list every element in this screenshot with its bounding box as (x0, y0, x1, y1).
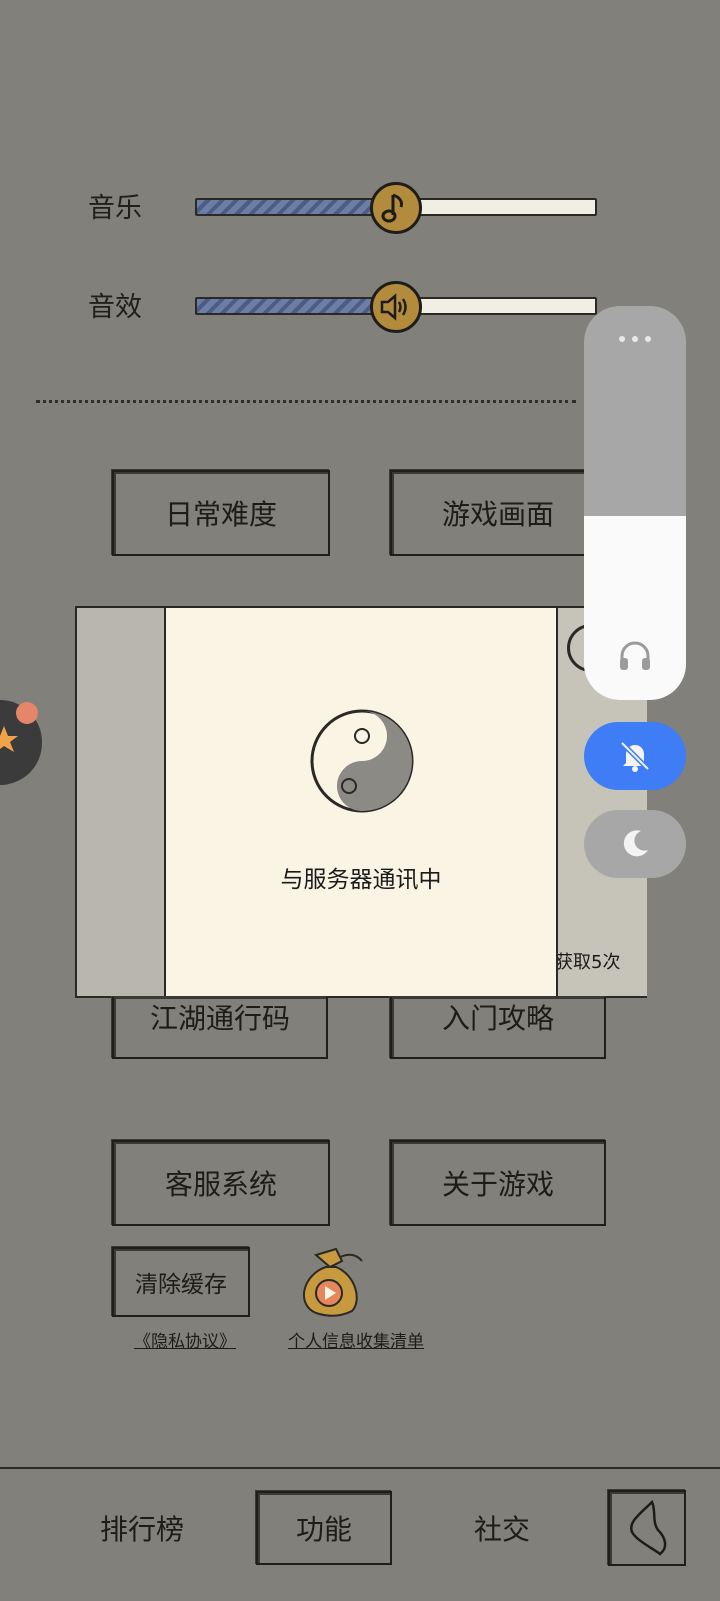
nav-social[interactable]: 社交 (474, 1508, 530, 1548)
back-chevron-icon (629, 1499, 667, 1556)
star-icon (0, 726, 18, 752)
loading-text: 与服务器通讯中 (280, 867, 442, 893)
music-note-icon (381, 193, 403, 223)
moon-icon (623, 830, 648, 857)
personal-info-link[interactable]: 个人信息收集清单 (288, 1327, 424, 1352)
beginner-guide-button[interactable]: 入门攻略 (390, 997, 606, 1059)
sfx-label: 音效 (88, 292, 142, 323)
do-not-disturb-toggle[interactable] (584, 810, 686, 878)
volume-panel[interactable] (584, 306, 686, 700)
speaker-icon (380, 293, 407, 321)
music-label: 音乐 (88, 193, 142, 224)
nav-leaderboard[interactable]: 排行榜 (100, 1508, 184, 1548)
customer-service-button[interactable]: 客服系统 (112, 1140, 330, 1226)
bell-off-icon (620, 741, 650, 772)
sfx-slider-fill (197, 299, 375, 313)
about-game-button[interactable]: 关于游戏 (390, 1140, 606, 1226)
section-divider (36, 400, 576, 403)
pouch-icon (303, 1247, 363, 1317)
headphones-icon (620, 641, 650, 670)
yin-yang-icon (310, 709, 414, 813)
loading-dialog: 与服务器通讯中 (164, 606, 558, 998)
nav-features[interactable]: 功能 (256, 1491, 392, 1565)
clear-cache-button[interactable]: 清除缓存 (112, 1247, 250, 1317)
background-dialog-partial-text: 获取5次 (555, 952, 621, 973)
volume-level-fill (584, 516, 686, 700)
sfx-slider-knob[interactable] (370, 281, 422, 333)
daily-difficulty-button[interactable]: 日常难度 (112, 470, 330, 556)
more-dots-icon[interactable] (617, 334, 653, 344)
music-slider-fill (197, 200, 375, 214)
mute-toggle[interactable] (584, 722, 686, 790)
notification-dot (16, 702, 38, 724)
privacy-link[interactable]: 《隐私协议》 (134, 1327, 236, 1352)
bottom-divider (0, 1467, 720, 1469)
reward-pouch-button[interactable] (296, 1245, 366, 1317)
nav-back-button[interactable] (608, 1490, 686, 1566)
floating-assistant-button[interactable] (0, 700, 42, 785)
music-slider-knob[interactable] (370, 182, 422, 234)
jianghu-code-button[interactable]: 江湖通行码 (112, 997, 328, 1059)
game-graphics-button[interactable]: 游戏画面 (390, 470, 606, 556)
